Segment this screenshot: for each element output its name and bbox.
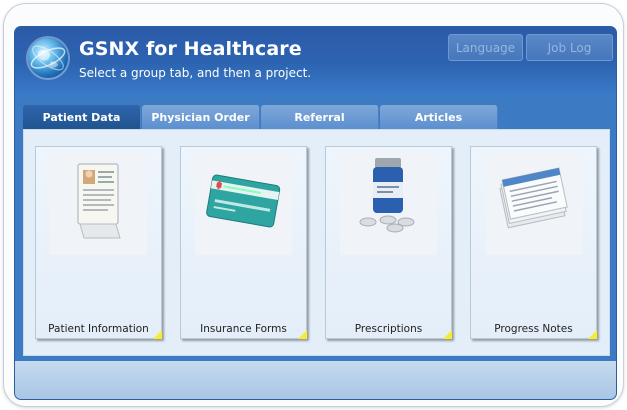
project-card-patient-information[interactable]: Patient Information: [35, 146, 162, 339]
corner-marker: [588, 330, 597, 339]
project-label: Prescriptions: [354, 323, 423, 335]
medicine-bottle-icon: [340, 152, 437, 255]
corner-marker: [443, 330, 452, 339]
job-log-button[interactable]: Job Log: [526, 34, 613, 61]
notes-stack-icon: [485, 152, 582, 255]
project-label: Patient Information: [48, 323, 149, 335]
corner-marker: [153, 330, 162, 339]
globe-logo-icon: [28, 38, 68, 78]
project-card-progress-notes[interactable]: Progress Notes: [470, 146, 597, 339]
insurance-card-icon: [195, 152, 292, 255]
project-label: Insurance Forms: [200, 323, 287, 335]
tab-physician-order[interactable]: Physician Order: [142, 105, 260, 129]
tab-patient-data[interactable]: Patient Data: [23, 105, 141, 129]
tab-referral[interactable]: Referral: [261, 105, 379, 129]
project-card-insurance-forms[interactable]: Insurance Forms: [180, 146, 307, 339]
patient-record-icon: [50, 152, 147, 255]
app-title: GSNX for Healthcare: [79, 38, 302, 60]
app-window: GSNX for Healthcare Select a group tab, …: [14, 26, 617, 400]
app-header: GSNX for Healthcare Select a group tab, …: [15, 27, 616, 97]
tab-articles[interactable]: Articles: [380, 105, 498, 129]
status-footer: [15, 361, 616, 399]
screenshot-frame: GSNX for Healthcare Select a group tab, …: [4, 4, 623, 406]
language-button[interactable]: Language: [448, 34, 523, 61]
project-label: Progress Notes: [494, 323, 573, 335]
corner-marker: [298, 330, 307, 339]
project-card-prescriptions[interactable]: Prescriptions: [325, 146, 452, 339]
projects-panel: Patient Information Insurance Forms Pres…: [23, 129, 610, 356]
app-subtitle: Select a group tab, and then a project.: [79, 66, 312, 80]
